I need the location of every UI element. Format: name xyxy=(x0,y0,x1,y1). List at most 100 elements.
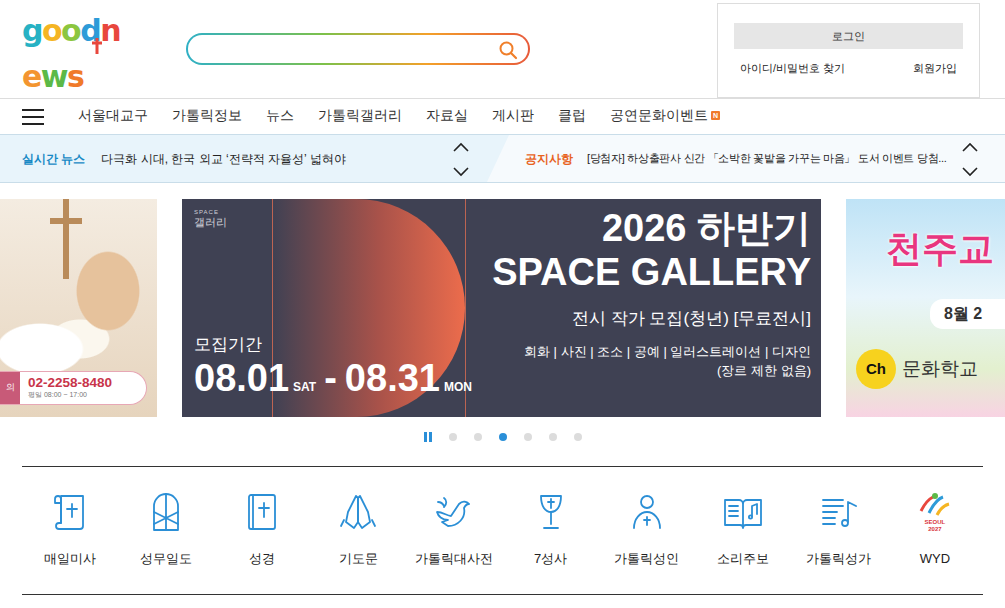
quick-menu-item[interactable]: 기도문 xyxy=(310,467,406,594)
chevron-up-icon[interactable] xyxy=(452,137,470,157)
chevron-up-icon[interactable] xyxy=(961,137,979,157)
quick-menu-label: 성무일도 xyxy=(140,551,192,567)
quick-menu-item[interactable]: SEOUL2027 WYD xyxy=(887,467,983,594)
event-title: 천주교 xyxy=(886,229,994,269)
banner-title: SPACE GALLERY xyxy=(492,251,811,295)
nav-item: 클럽 xyxy=(558,106,586,126)
chevron-down-icon[interactable] xyxy=(452,161,470,181)
banner-copy: 2026 하반기SPACE GALLERY 전시 작가 모집(청년) [무료전시]… xyxy=(492,207,811,381)
dictionary-icon xyxy=(432,489,476,535)
quick-menu-item[interactable]: 성경 xyxy=(214,467,310,594)
login-button[interactable]: 로그인 xyxy=(734,23,963,49)
notice-headline[interactable]: [당첨자] 하상출판사 신간 「소박한 꽃밭을 가꾸는 마음」 도서 이벤트 당… xyxy=(587,150,953,167)
carousel-controls xyxy=(0,431,1005,443)
quick-menu-item[interactable]: 7성사 xyxy=(502,467,598,594)
end-date: 08.31 xyxy=(345,359,440,397)
quick-menu-label: 소리주보 xyxy=(717,551,769,567)
carousel-dot[interactable] xyxy=(474,433,482,441)
nav-item: 가톨릭정보 xyxy=(172,106,242,126)
new-badge: N xyxy=(711,111,720,120)
sacraments-icon xyxy=(529,489,573,535)
nav-link[interactable]: 공연문화이벤트 xyxy=(610,108,708,123)
nav-item: 서울대교구 xyxy=(78,106,148,126)
main-nav: 서울대교구 가톨릭정보 뉴스 가톨릭갤러리 자료실 게시판 클럽 공연문화이벤트N xyxy=(0,98,1005,134)
office-hours: 평일 08:00 ~ 17:00 xyxy=(28,391,112,399)
find-account-link[interactable]: 아이디/비밀번호 찾기 xyxy=(740,61,845,77)
quick-menu-item[interactable]: 소리주보 xyxy=(695,467,791,594)
news-label: 실시간 뉴스 xyxy=(22,150,85,168)
bulletin-icon xyxy=(721,489,765,535)
start-day: SAT xyxy=(293,378,316,396)
quick-menu-item[interactable]: 성무일도 xyxy=(118,467,214,594)
nav-item: 가톨릭갤러리 xyxy=(318,106,402,126)
logo-text: goodnews xyxy=(22,13,172,94)
quick-menu-item[interactable]: 가톨릭성가 xyxy=(791,467,887,594)
quick-menu-label: WYD xyxy=(920,551,950,567)
nav-item: 공연문화이벤트N xyxy=(610,106,720,126)
quick-menu-label: 가톨릭성가 xyxy=(806,551,871,567)
period-dates: 08.01SAT-08.31MON xyxy=(194,359,472,397)
menu-icon[interactable] xyxy=(22,107,44,127)
pause-icon[interactable] xyxy=(424,432,432,442)
nav-link[interactable]: 가톨릭정보 xyxy=(172,108,242,123)
event-banner[interactable]: 천주교 8월 2 Ch문화학교 xyxy=(846,199,1005,417)
saints-icon xyxy=(625,489,669,535)
nav-link[interactable]: 자료실 xyxy=(426,108,468,123)
banner-note: (장르 제한 없음) xyxy=(492,361,811,381)
carousel-dot[interactable] xyxy=(524,433,532,441)
nav-link[interactable]: 뉴스 xyxy=(266,108,294,123)
missal-icon xyxy=(48,489,92,535)
quick-menu-item[interactable]: 매일미사 xyxy=(22,467,118,594)
event-footer: Ch문화학교 xyxy=(856,349,978,389)
nav-link[interactable]: 서울대교구 xyxy=(78,108,148,123)
search-bar xyxy=(186,33,530,65)
carousel-dot[interactable] xyxy=(499,433,507,441)
breviary-icon xyxy=(144,489,188,535)
ticker-arrows xyxy=(961,137,979,180)
wyd-icon: SEOUL2027 xyxy=(913,489,957,535)
period-label: 모집기간 xyxy=(194,332,472,358)
quick-menu-label: 7성사 xyxy=(534,551,567,567)
quick-menu-item[interactable]: 가톨릭성인 xyxy=(599,467,695,594)
account-links: 아이디/비밀번호 찾기 회원가입 xyxy=(734,61,963,77)
cross-icon xyxy=(91,29,103,45)
cross-icon xyxy=(46,199,86,279)
brand-top: SPACE xyxy=(194,209,227,215)
gallery-banner[interactable]: SPACE갤러리 2026 하반기SPACE GALLERY 전시 작가 모집(청년… xyxy=(182,199,821,417)
contact-info: 02-2258-8480평일 08:00 ~ 17:00 xyxy=(20,372,112,404)
gallery-brand: SPACE갤러리 xyxy=(194,209,227,228)
banner-title: 2026 하반기 xyxy=(492,207,811,251)
nav-link[interactable]: 가톨릭갤러리 xyxy=(318,108,402,123)
news-ticker: 실시간 뉴스 다극화 시대, 한국 외교 ‘전략적 자율성’ 넓혀야 xyxy=(0,135,487,182)
channel-logo: Ch xyxy=(856,349,896,389)
quick-menu-label: 성경 xyxy=(249,551,275,567)
site-header: goodnews 로그인아이디/비밀번호 찾기 회원가입 xyxy=(0,0,1005,98)
nav-item: 자료실 xyxy=(426,106,468,126)
phone-number: 02-2258-8480 xyxy=(28,376,112,391)
contact-banner[interactable]: 의02-2258-8480평일 08:00 ~ 17:00 xyxy=(0,199,157,417)
quick-menu-item[interactable]: 가톨릭대사전 xyxy=(406,467,502,594)
banner-genres: 회화 | 사진 | 조소 | 공예 | 일러스트레이션 | 디자인 xyxy=(492,342,811,362)
nav-item: 뉴스 xyxy=(266,106,294,126)
news-headline[interactable]: 다극화 시대, 한국 외교 ‘전략적 자율성’ 넓혀야 xyxy=(101,150,345,168)
event-school: 문화학교 xyxy=(902,355,978,384)
nav-link[interactable]: 클럽 xyxy=(558,108,586,123)
search-button[interactable] xyxy=(498,39,518,59)
notice-ticker: 공지사항[당첨자] 하상출판사 신간 「소박한 꽃밭을 가꾸는 마음」 도서 이… xyxy=(487,135,1005,182)
chevron-down-icon[interactable] xyxy=(961,161,979,181)
banner-subtitle: 전시 작가 모집(청년) [무료전시] xyxy=(492,306,811,332)
nav-item: 게시판 xyxy=(492,106,534,126)
carousel-dot[interactable] xyxy=(549,433,557,441)
carousel-dot[interactable] xyxy=(574,433,582,441)
date-dash: - xyxy=(324,359,337,397)
join-link[interactable]: 회원가입 xyxy=(913,61,957,77)
banner-carousel: 의02-2258-8480평일 08:00 ~ 17:00 SPACE갤러리 202… xyxy=(0,199,1005,417)
carousel-dot[interactable] xyxy=(449,433,457,441)
goodnews-page: goodnews로그인아이디/비밀번호 찾기회원가입서울대교구가톨릭정보뉴스가톨… xyxy=(0,0,1005,595)
logo[interactable]: goodnews xyxy=(22,6,172,92)
ticker-arrows xyxy=(452,137,470,180)
event-date: 8월 2 xyxy=(930,299,1005,329)
search-input[interactable] xyxy=(202,38,498,60)
nav-link[interactable]: 게시판 xyxy=(492,108,534,123)
quick-menu-label: 가톨릭대사전 xyxy=(415,551,493,567)
